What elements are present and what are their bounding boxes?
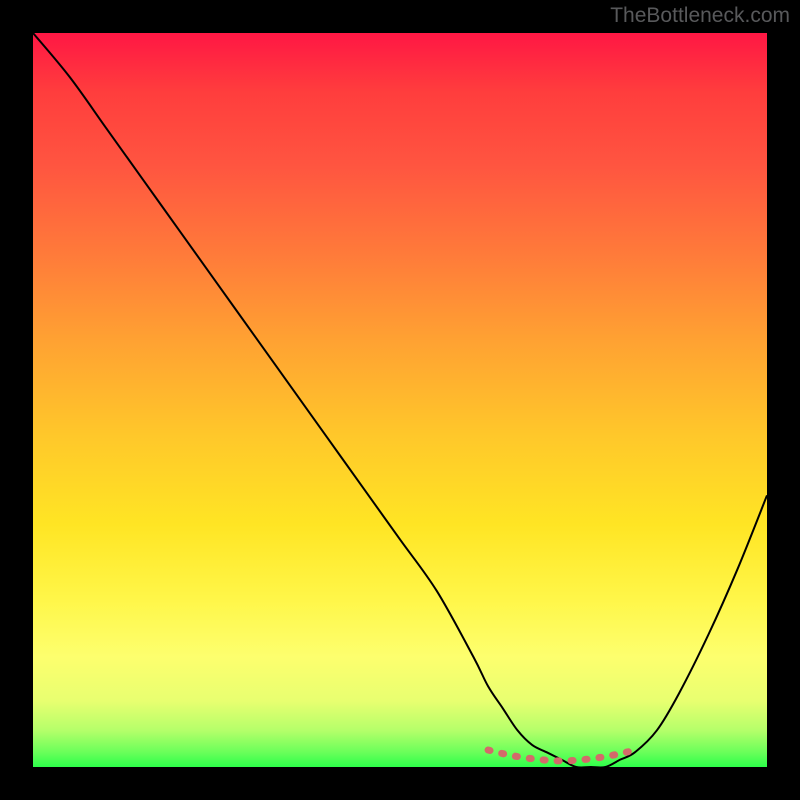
chart-plot-area [33,33,767,767]
bottleneck-curve [33,33,767,768]
chart-svg [33,33,767,767]
attribution-text: TheBottleneck.com [610,4,790,28]
valley-marker [488,750,635,761]
